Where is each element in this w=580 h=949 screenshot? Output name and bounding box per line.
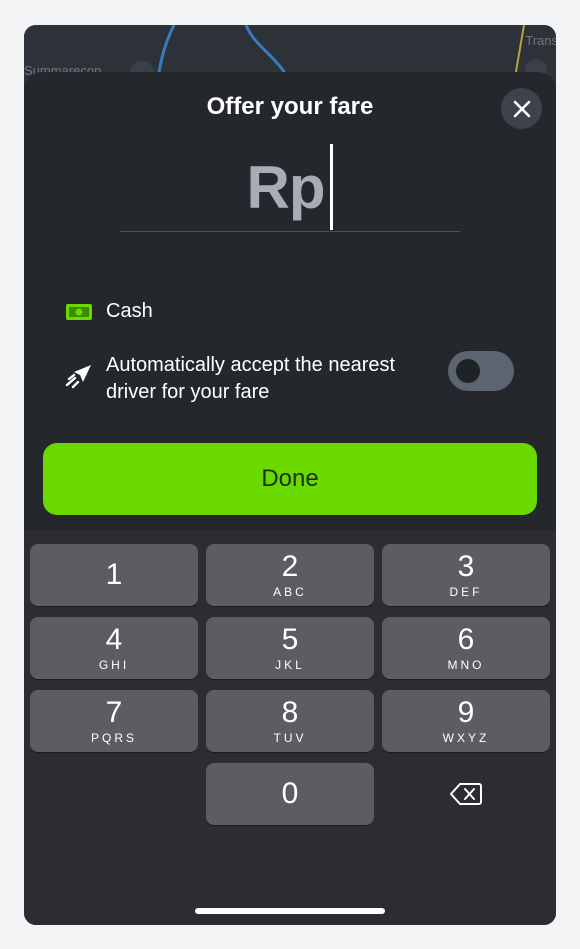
key-letters: DEF xyxy=(449,585,483,599)
key-letters: JKL xyxy=(275,658,305,672)
key-digit: 7 xyxy=(105,696,123,729)
key-3[interactable]: 3 DEF xyxy=(382,544,550,606)
key-digit: 9 xyxy=(457,696,475,729)
key-digit: 5 xyxy=(281,623,299,656)
done-button[interactable]: Done xyxy=(43,443,537,515)
key-letters: PQRS xyxy=(90,731,137,745)
key-letters: ABC xyxy=(273,585,307,599)
text-caret xyxy=(330,144,334,230)
key-8[interactable]: 8 TUV xyxy=(206,690,374,752)
key-digit: 8 xyxy=(281,696,299,729)
sheet-title: Offer your fare xyxy=(206,93,374,120)
key-letters: MNO xyxy=(447,658,485,672)
toggle-knob xyxy=(456,359,480,383)
key-4[interactable]: 4 GHI xyxy=(30,617,198,679)
auto-accept-toggle[interactable] xyxy=(448,351,514,391)
key-0[interactable]: 0 xyxy=(206,763,374,825)
key-digit: 0 xyxy=(281,777,299,810)
key-5[interactable]: 5 JKL xyxy=(206,617,374,679)
backspace-button[interactable] xyxy=(382,763,550,825)
key-7[interactable]: 7 PQRS xyxy=(30,690,198,752)
key-letters: TUV xyxy=(273,731,307,745)
auto-accept-label: Automatically accept the nearest driver … xyxy=(106,354,396,403)
cash-icon xyxy=(66,303,92,320)
fare-sheet: Offer your fare Rp Cash Automatically ac… xyxy=(24,72,556,542)
home-indicator xyxy=(195,908,385,914)
app-screen: Summarecon Trans Offer your fare Rp Cash xyxy=(24,25,556,925)
fast-arrow-icon xyxy=(65,365,91,389)
key-digit: 4 xyxy=(105,623,123,656)
key-digit: 6 xyxy=(457,623,475,656)
fare-input[interactable]: Rp xyxy=(120,143,460,232)
key-1[interactable]: 1 xyxy=(30,544,198,606)
key-digit: 2 xyxy=(281,550,299,583)
close-icon xyxy=(513,100,530,117)
payment-method-label: Cash xyxy=(106,300,153,322)
payment-method-row[interactable]: Cash xyxy=(66,300,153,323)
currency-symbol: Rp xyxy=(246,153,326,221)
key-6[interactable]: 6 MNO xyxy=(382,617,550,679)
key-9[interactable]: 9 WXYZ xyxy=(382,690,550,752)
key-letters: WXYZ xyxy=(442,731,490,745)
key-digit: 3 xyxy=(457,550,475,583)
key-digit: 1 xyxy=(105,558,123,591)
auto-accept-row: Automatically accept the nearest driver … xyxy=(64,351,516,412)
map-label: Trans xyxy=(525,33,556,48)
numeric-keypad: 1 2 ABC 3 DEF 4 GHI 5 JKL 6 MNO 7 PQRS 8… xyxy=(24,530,556,925)
backspace-icon xyxy=(450,783,482,805)
close-button[interactable] xyxy=(501,88,542,129)
key-2[interactable]: 2 ABC xyxy=(206,544,374,606)
key-letters: GHI xyxy=(98,658,130,672)
